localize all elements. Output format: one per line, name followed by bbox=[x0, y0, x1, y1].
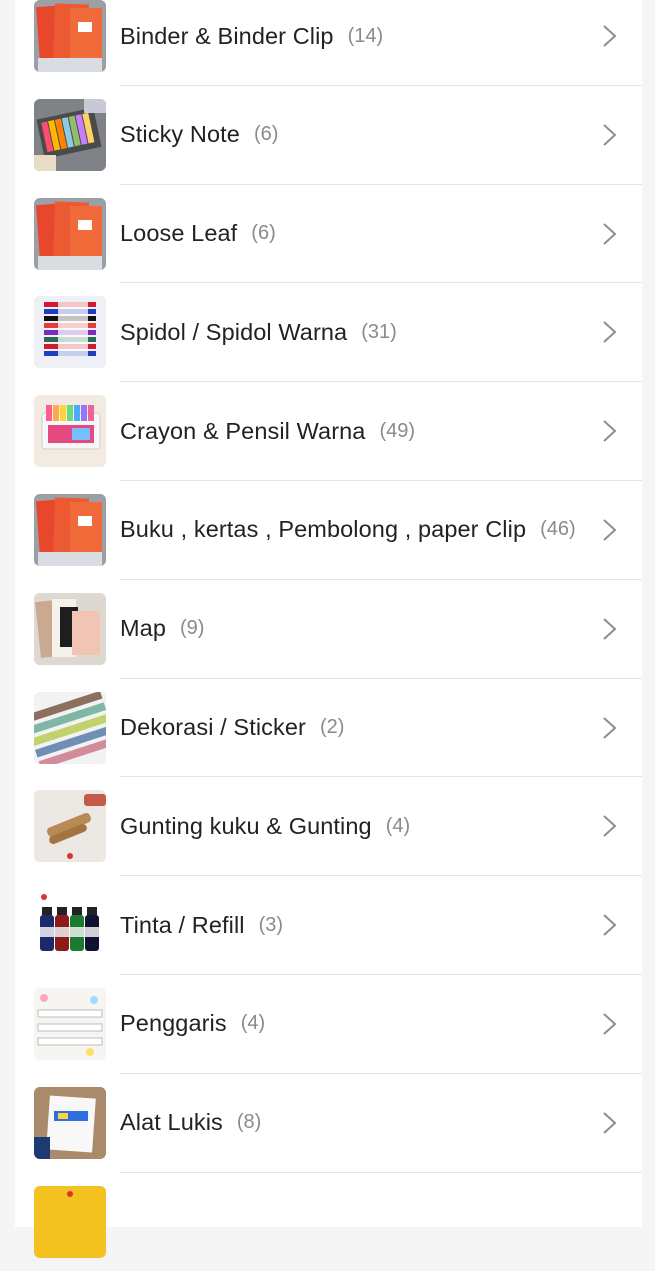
painting-tools-icon bbox=[34, 1086, 106, 1159]
category-label: Binder & Binder Clip bbox=[120, 22, 334, 49]
category-row[interactable]: Sticky Note (6) bbox=[15, 86, 642, 185]
category-text: Spidol / Spidol Warna (31) bbox=[120, 283, 397, 381]
folder-map-icon bbox=[34, 592, 106, 665]
category-row[interactable]: Crayon & Pensil Warna (49) bbox=[15, 382, 642, 481]
washi-tape-icon bbox=[34, 691, 106, 764]
category-count: (49) bbox=[379, 419, 416, 442]
chevron-right-icon bbox=[596, 23, 622, 49]
category-row[interactable]: Dekorasi / Sticker (2) bbox=[15, 679, 642, 778]
category-text: Map (9) bbox=[120, 580, 204, 678]
category-label: Dekorasi / Sticker bbox=[120, 714, 306, 741]
category-count: (31) bbox=[361, 320, 397, 343]
category-count: (6) bbox=[251, 222, 276, 245]
category-text: Sticky Note (6) bbox=[120, 86, 278, 184]
category-row[interactable]: Spidol / Spidol Warna (31) bbox=[15, 283, 642, 383]
category-row[interactable]: Loose Leaf (6) bbox=[15, 185, 642, 284]
sticky-note-icon bbox=[34, 98, 106, 171]
chevron-right-icon bbox=[596, 1011, 622, 1037]
category-label: Gunting kuku & Gunting bbox=[120, 812, 372, 839]
category-row[interactable]: Tinta / Refill (3) bbox=[15, 876, 642, 975]
category-row[interactable]: Penggaris (4) bbox=[15, 975, 642, 1074]
category-row[interactable]: Map (9) bbox=[15, 580, 642, 679]
category-text: Buku , kertas , Pembolong , paper Clip (4… bbox=[120, 481, 576, 579]
yellow-item-icon bbox=[34, 1185, 106, 1258]
category-text: Penggaris (4) bbox=[120, 975, 265, 1073]
category-label: Crayon & Pensil Warna bbox=[120, 417, 366, 444]
red-notebook-icon bbox=[34, 197, 106, 270]
category-count: (4) bbox=[240, 1012, 266, 1035]
category-text: Alat Lukis (8) bbox=[120, 1074, 261, 1172]
chevron-right-icon bbox=[596, 912, 622, 938]
category-text: Crayon & Pensil Warna (49) bbox=[120, 382, 415, 480]
category-label: Tinta / Refill bbox=[120, 911, 245, 938]
red-notebook-icon bbox=[34, 493, 106, 566]
chevron-right-icon bbox=[596, 221, 622, 247]
category-list: Binder & Binder Clip (14) Sticky Note (6) … bbox=[15, 0, 642, 1258]
category-row[interactable]: Buku , kertas , Pembolong , paper Clip (4… bbox=[15, 481, 642, 580]
chevron-right-icon bbox=[596, 122, 622, 148]
category-row[interactable]: Binder & Binder Clip (14) bbox=[15, 0, 642, 86]
category-text: Binder & Binder Clip (14) bbox=[120, 0, 383, 85]
category-label: Sticky Note bbox=[120, 121, 240, 148]
chevron-right-icon bbox=[596, 616, 622, 642]
marker-pens-icon bbox=[34, 296, 106, 369]
chevron-right-icon bbox=[596, 813, 622, 839]
category-text bbox=[120, 1173, 134, 1271]
red-notebook-icon bbox=[34, 0, 106, 72]
category-label: Spidol / Spidol Warna bbox=[120, 318, 348, 345]
category-label: Alat Lukis bbox=[120, 1109, 223, 1136]
ink-bottles-icon bbox=[34, 889, 106, 962]
category-count: (14) bbox=[347, 24, 384, 47]
category-count: (46) bbox=[540, 518, 576, 541]
category-count: (8) bbox=[236, 1111, 262, 1134]
chevron-right-icon bbox=[596, 715, 622, 741]
category-count: (6) bbox=[253, 123, 279, 146]
chevron-right-icon bbox=[596, 1110, 622, 1136]
category-count: (3) bbox=[258, 913, 284, 936]
category-count: (4) bbox=[385, 814, 411, 837]
category-row[interactable]: Alat Lukis (8) bbox=[15, 1074, 642, 1173]
category-label: Buku , kertas , Pembolong , paper Clip bbox=[120, 516, 527, 543]
category-text: Tinta / Refill (3) bbox=[120, 876, 283, 974]
category-text: Loose Leaf (6) bbox=[120, 185, 276, 283]
category-count: (2) bbox=[319, 716, 345, 739]
nail-clipper-icon bbox=[34, 790, 106, 863]
category-label: Penggaris bbox=[120, 1010, 227, 1037]
ruler-icon bbox=[34, 987, 106, 1060]
category-count: (9) bbox=[180, 617, 205, 640]
category-text: Gunting kuku & Gunting (4) bbox=[120, 777, 410, 875]
chevron-right-icon bbox=[596, 418, 622, 444]
category-label: Loose Leaf bbox=[120, 220, 238, 247]
chevron-right-icon bbox=[596, 319, 622, 345]
crayon-box-icon bbox=[34, 395, 106, 468]
category-row[interactable] bbox=[15, 1173, 642, 1271]
category-row[interactable]: Gunting kuku & Gunting (4) bbox=[15, 777, 642, 877]
chevron-right-icon bbox=[596, 517, 622, 543]
category-text: Dekorasi / Sticker (2) bbox=[120, 679, 344, 777]
category-label: Map bbox=[120, 615, 167, 642]
